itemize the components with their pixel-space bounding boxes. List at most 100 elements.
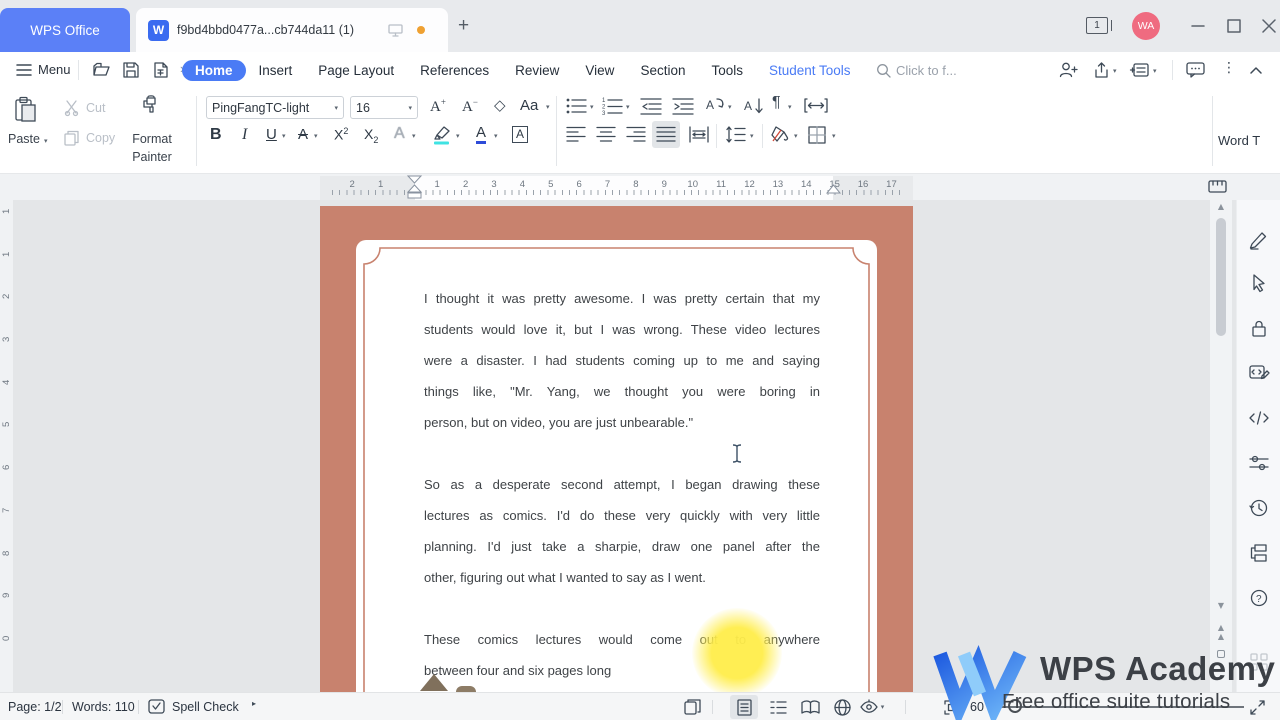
menu-label[interactable]: Menu xyxy=(38,62,71,77)
show-marks-icon[interactable]: ¶ xyxy=(772,94,781,112)
spell-check-label[interactable]: Spell Check xyxy=(172,700,239,714)
eye-view-button[interactable]: ▾ xyxy=(858,695,886,719)
signature-pen-icon[interactable] xyxy=(1249,230,1269,250)
apps-grid-icon[interactable] xyxy=(1249,652,1269,672)
highlighter-caret-icon[interactable]: ▾ xyxy=(456,132,460,140)
text-effect-caret-icon[interactable]: ▾ xyxy=(412,132,416,140)
first-line-indent-marker[interactable] xyxy=(407,175,423,184)
maximize-button[interactable] xyxy=(1226,18,1242,34)
borders-icon[interactable] xyxy=(808,126,827,144)
copy-button[interactable]: Copy xyxy=(86,131,115,145)
previous-page-icon[interactable]: ▲▲ xyxy=(1210,623,1232,641)
menu-tab[interactable]: Student Tools xyxy=(756,60,864,81)
underline-caret-icon[interactable]: ▾ xyxy=(282,132,286,140)
bullet-list-caret-icon[interactable]: ▾ xyxy=(590,103,594,111)
decrease-font-button[interactable]: A− xyxy=(462,97,478,116)
open-file-icon[interactable] xyxy=(92,61,110,79)
ruler-toggle-icon[interactable] xyxy=(1208,177,1228,197)
bold-button[interactable]: B xyxy=(210,126,222,144)
align-center-icon[interactable] xyxy=(596,126,616,143)
document-text-line[interactable]: planning. I'd just take a sharpie, draw … xyxy=(424,531,820,562)
zoom-slider-thumb[interactable] xyxy=(1008,699,1022,713)
menu-tab[interactable]: View xyxy=(572,60,627,81)
settings-sliders-icon[interactable] xyxy=(1249,453,1269,473)
side-panel-label[interactable]: Word T xyxy=(1218,133,1260,148)
format-painter-button-line2[interactable]: Painter xyxy=(120,150,184,164)
page-view-button[interactable] xyxy=(730,695,758,719)
font-color-caret-icon[interactable]: ▾ xyxy=(494,132,498,140)
search-box[interactable] xyxy=(876,58,1006,82)
fit-page-icon[interactable] xyxy=(944,700,960,715)
align-left-icon[interactable] xyxy=(566,126,586,143)
underline-button[interactable]: U xyxy=(266,126,277,143)
cut-button[interactable]: Cut xyxy=(86,101,105,115)
task-window-icon[interactable] xyxy=(684,699,701,715)
comment-icon[interactable] xyxy=(1186,61,1206,79)
hamburger-menu-icon[interactable] xyxy=(16,63,32,77)
select-cursor-icon[interactable] xyxy=(1249,273,1269,293)
document-text-line[interactable]: I thought it was pretty awesome. I was p… xyxy=(424,283,820,314)
fullscreen-icon[interactable] xyxy=(1250,700,1265,715)
window-count-button[interactable]: 1 xyxy=(1086,17,1108,34)
code-edit-icon[interactable] xyxy=(1249,363,1269,383)
left-indent-marker[interactable] xyxy=(407,185,423,199)
zoom-slider-track[interactable] xyxy=(998,706,1244,708)
search-input[interactable] xyxy=(896,63,991,78)
page-indicator[interactable]: Page: 1/2 xyxy=(8,700,62,714)
spell-check-icon[interactable] xyxy=(148,699,165,715)
line-spacing-icon[interactable] xyxy=(726,126,746,143)
increase-indent-icon[interactable] xyxy=(672,97,694,115)
select-browse-object-icon[interactable] xyxy=(1217,650,1225,658)
clear-format-icon[interactable]: ◇ xyxy=(494,96,506,114)
document-text-line[interactable]: things like, "Mr. Yang, we thought you w… xyxy=(424,376,820,407)
sidebar-drag-handle[interactable] xyxy=(1249,200,1269,210)
change-case-button[interactable]: Aa xyxy=(520,97,538,114)
font-size-select[interactable]: 16▾ xyxy=(350,96,418,119)
more-options-icon[interactable]: ⋮ xyxy=(1222,60,1236,76)
document-page[interactable]: I thought it was pretty awesome. I was p… xyxy=(320,206,913,692)
copy-icon[interactable] xyxy=(64,130,82,146)
bullet-list-icon[interactable] xyxy=(566,97,588,115)
minimize-button[interactable] xyxy=(1190,18,1206,34)
insert-field-caret-icon[interactable]: ▾ xyxy=(1153,67,1157,75)
spell-check-caret-icon[interactable]: ▸ xyxy=(252,699,256,708)
numbered-list-icon[interactable]: 123 xyxy=(602,97,624,115)
scroll-down-arrow-icon[interactable]: ▼ xyxy=(1210,601,1232,610)
document-text-line[interactable]: person, but on video, you are just unbea… xyxy=(424,407,820,438)
justify-button-active[interactable] xyxy=(652,121,680,148)
text-direction-icon[interactable]: A xyxy=(704,96,726,116)
strikethrough-button[interactable]: A xyxy=(298,126,308,143)
cut-icon[interactable] xyxy=(64,100,82,116)
shading-caret-icon[interactable]: ▾ xyxy=(794,132,798,140)
superscript-button[interactable]: X2 xyxy=(334,126,348,143)
save-icon[interactable] xyxy=(122,61,140,79)
outline-view-button[interactable] xyxy=(764,695,792,719)
share-caret-icon[interactable]: ▾ xyxy=(1113,67,1117,75)
structure-layers-icon[interactable] xyxy=(1249,543,1269,563)
wps-office-button[interactable]: WPS Office xyxy=(0,8,130,52)
code-icon[interactable] xyxy=(1249,408,1269,428)
decrease-indent-icon[interactable] xyxy=(640,97,662,115)
shading-icon[interactable] xyxy=(770,125,790,144)
avatar[interactable]: WA xyxy=(1132,12,1160,40)
text-effect-button[interactable]: A xyxy=(394,125,405,143)
help-icon[interactable]: ? xyxy=(1249,588,1269,608)
increase-font-button[interactable]: A+ xyxy=(430,97,446,116)
insert-field-icon[interactable] xyxy=(1130,61,1150,79)
paste-caret-icon[interactable]: ▾ xyxy=(44,137,48,145)
web-view-button[interactable] xyxy=(828,695,856,719)
paste-icon[interactable] xyxy=(14,96,40,124)
menu-tab[interactable]: Tools xyxy=(698,60,756,81)
format-painter-button[interactable]: Format xyxy=(120,132,184,146)
word-count[interactable]: Words: 110 xyxy=(72,700,135,714)
line-spacing-caret-icon[interactable]: ▾ xyxy=(750,132,754,140)
menu-tab[interactable]: Section xyxy=(627,60,698,81)
scrollbar-thumb[interactable] xyxy=(1216,218,1226,336)
document-text-line[interactable]: students would love it, but I was wrong.… xyxy=(424,314,820,345)
text-direction-caret-icon[interactable]: ▾ xyxy=(728,103,732,111)
distribute-icon[interactable] xyxy=(688,126,710,143)
format-painter-icon[interactable] xyxy=(138,94,164,124)
right-indent-marker[interactable] xyxy=(826,185,842,194)
share-icon[interactable] xyxy=(1092,61,1110,79)
menu-tab[interactable]: Insert xyxy=(246,60,306,81)
